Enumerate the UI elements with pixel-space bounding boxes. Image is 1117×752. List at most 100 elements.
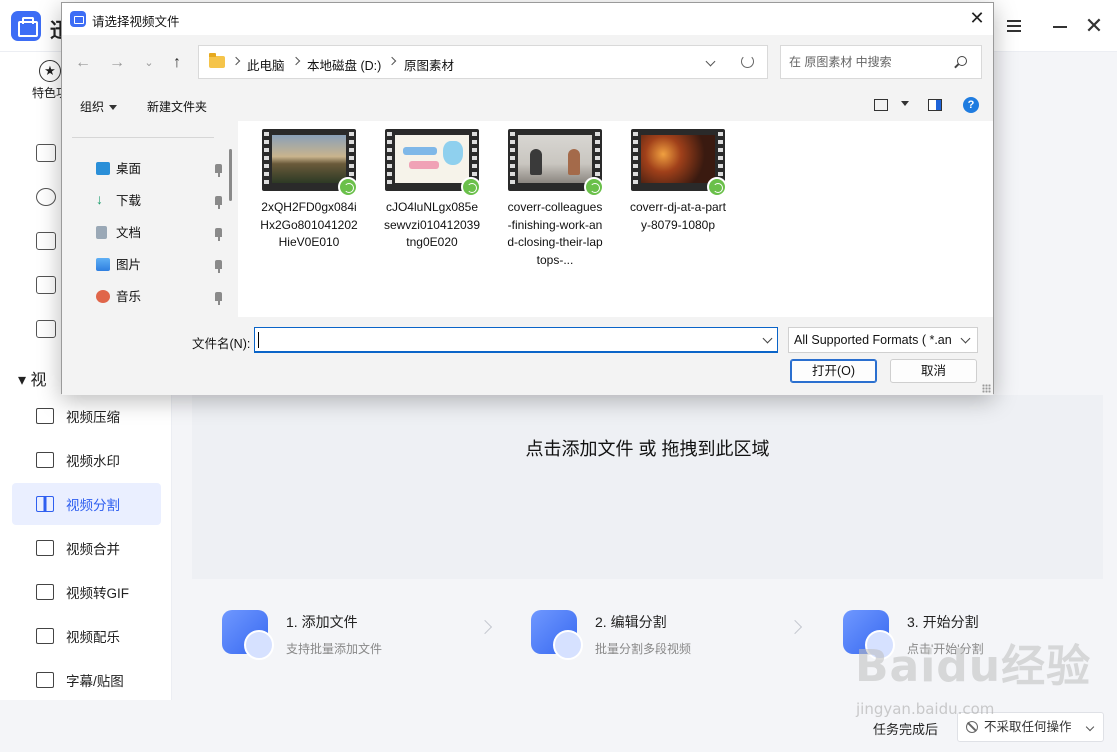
view-options-button[interactable] <box>896 96 909 110</box>
quick-access-desktop[interactable]: 桌面 <box>92 157 222 181</box>
forward-arrow-icon[interactable]: → <box>106 53 128 73</box>
sidebar-item-label: 视频合并 <box>66 542 120 557</box>
folder-icon <box>209 53 225 68</box>
quick-access-downloads[interactable]: ↓ 下载 <box>92 189 222 213</box>
file-item[interactable]: cJO4luNLgx085esewvzi010412039tng0E020 <box>381 129 483 252</box>
cartoon-figure <box>443 141 463 165</box>
office-meeting-thumbnail <box>518 135 592 183</box>
search-icon[interactable] <box>957 56 967 66</box>
sidebar-item-label: 视频分割 <box>66 498 120 513</box>
filename-input[interactable] <box>254 327 778 353</box>
chevron-right-icon <box>231 56 241 66</box>
sunset-landscape-thumbnail <box>272 135 346 183</box>
resize-grip-icon[interactable] <box>982 384 991 393</box>
divider <box>72 137 214 138</box>
music-note-icon <box>36 628 54 644</box>
sidebar-item-video-to-gif[interactable]: 视频转GIF <box>12 571 161 613</box>
caret-down-icon <box>109 105 118 111</box>
breadcrumb-drive-d[interactable]: 本地磁盘 (D:) <box>307 55 381 74</box>
caret-down-icon <box>901 101 909 107</box>
quick-access-label: 音乐 <box>116 290 142 304</box>
file-drop-area[interactable]: 点击添加文件 或 拖拽到此区域 <box>192 395 1103 579</box>
recent-locations-icon[interactable]: ⌄ <box>138 53 160 73</box>
audio-wave-icon[interactable] <box>36 188 56 206</box>
quick-access-documents[interactable]: 文档 <box>92 221 222 245</box>
breadcrumb-current-folder[interactable]: 原图素材 <box>404 55 454 74</box>
chevron-down-icon[interactable] <box>705 56 716 67</box>
cancel-button[interactable]: 取消 <box>890 359 977 383</box>
text-cursor <box>258 332 259 348</box>
view-mode-icon[interactable] <box>874 99 888 111</box>
chevron-down-icon[interactable] <box>762 333 773 344</box>
party-lights-thumbnail <box>641 135 715 183</box>
quick-access-pictures[interactable]: 图片 <box>92 253 222 277</box>
sidebar-item-video-merge[interactable]: 视频合并 <box>12 527 161 569</box>
navigation-pane: 桌面 ↓ 下载 文档 图片 音乐 <box>62 121 238 317</box>
sidebar-item-label: 视频压缩 <box>66 410 120 425</box>
help-icon[interactable]: ? <box>963 97 979 113</box>
quick-access-label: 文档 <box>116 226 142 240</box>
file-name: 2xQH2FD0gx084iHx2Go801041202HieV0E010 <box>260 200 358 249</box>
video-thumbnail <box>262 129 358 197</box>
image-edit-icon[interactable] <box>36 320 56 338</box>
star-icon: ★ <box>39 60 61 82</box>
file-item[interactable]: coverr-colleagues-finishing-work-and-clo… <box>504 129 606 269</box>
watermark-icon <box>36 452 54 468</box>
open-button[interactable]: 打开(O) <box>790 359 877 383</box>
chevron-down-icon <box>960 333 971 344</box>
sidebar-item-video-music[interactable]: 视频配乐 <box>12 615 161 657</box>
video-section-header[interactable]: ▾ 视 <box>18 366 47 390</box>
sidebar-item-video-compress[interactable]: 视频压缩 <box>12 395 161 437</box>
video-section-label: 视 <box>30 372 47 389</box>
breadcrumb-this-pc[interactable]: 此电脑 <box>247 55 285 74</box>
close-icon[interactable]: ✕ <box>1080 12 1108 40</box>
text-image-icon[interactable] <box>36 276 56 294</box>
refresh-icon[interactable] <box>741 55 754 68</box>
baidu-watermark: Baidu经验 <box>855 641 1092 692</box>
preview-pane-icon[interactable] <box>928 99 942 111</box>
split-icon <box>36 496 54 512</box>
sync-status-icon <box>338 177 358 197</box>
cartoon-text-shape <box>409 161 439 169</box>
back-arrow-icon[interactable]: ← <box>72 53 94 73</box>
organize-button[interactable]: 组织 <box>80 98 118 115</box>
video-convert-icon[interactable] <box>36 232 56 250</box>
sidebar-item-video-split[interactable]: 视频分割 <box>12 483 161 525</box>
chevron-right-icon <box>387 56 397 66</box>
video-thumbnail <box>385 129 481 197</box>
step-subtitle: 支持批量添加文件 <box>286 642 383 656</box>
dialog-toolbar: 组织 新建文件夹 ? <box>62 91 993 121</box>
file-type-select[interactable]: All Supported Formats ( *.an <box>788 327 978 353</box>
pin-icon <box>215 164 222 177</box>
quick-access-label: 下载 <box>116 194 142 208</box>
quick-access-music[interactable]: 音乐 <box>92 285 222 309</box>
sync-status-icon <box>461 177 481 197</box>
menu-icon[interactable] <box>1000 12 1028 40</box>
film-strip <box>387 132 392 188</box>
minimize-icon[interactable] <box>1046 12 1074 40</box>
sidebar-item-subtitle-sticker[interactable]: 字幕/贴图 <box>12 659 161 701</box>
video-thumbnail <box>508 129 604 197</box>
file-name: coverr-dj-at-a-party-8079-1080p <box>629 200 727 232</box>
search-box <box>780 45 982 79</box>
film-strip <box>633 132 638 188</box>
address-bar[interactable]: 此电脑 本地磁盘 (D:) 原图素材 <box>198 45 768 79</box>
scrollbar[interactable] <box>229 149 232 201</box>
file-name: coverr-colleagues-finishing-work-and-clo… <box>507 200 603 267</box>
search-input[interactable] <box>789 53 949 71</box>
video-play-icon[interactable] <box>36 144 56 162</box>
file-item[interactable]: 2xQH2FD0gx084iHx2Go801041202HieV0E010 <box>258 129 360 252</box>
chevron-down-icon <box>1085 722 1095 732</box>
document-icon <box>96 226 107 239</box>
file-item[interactable]: coverr-dj-at-a-party-8079-1080p <box>627 129 729 234</box>
chevron-right-icon <box>787 619 803 635</box>
sidebar-item-video-watermark[interactable]: 视频水印 <box>12 439 161 481</box>
pin-icon <box>215 260 222 273</box>
step-title: 3. 开始分割 <box>907 614 979 630</box>
up-arrow-icon[interactable]: ↑ <box>166 53 188 73</box>
dialog-close-button[interactable]: ✕ <box>961 3 993 33</box>
pin-icon <box>215 292 222 305</box>
new-folder-button[interactable]: 新建文件夹 <box>147 98 207 115</box>
sync-status-icon <box>707 177 727 197</box>
app-logo-icon <box>11 11 41 41</box>
